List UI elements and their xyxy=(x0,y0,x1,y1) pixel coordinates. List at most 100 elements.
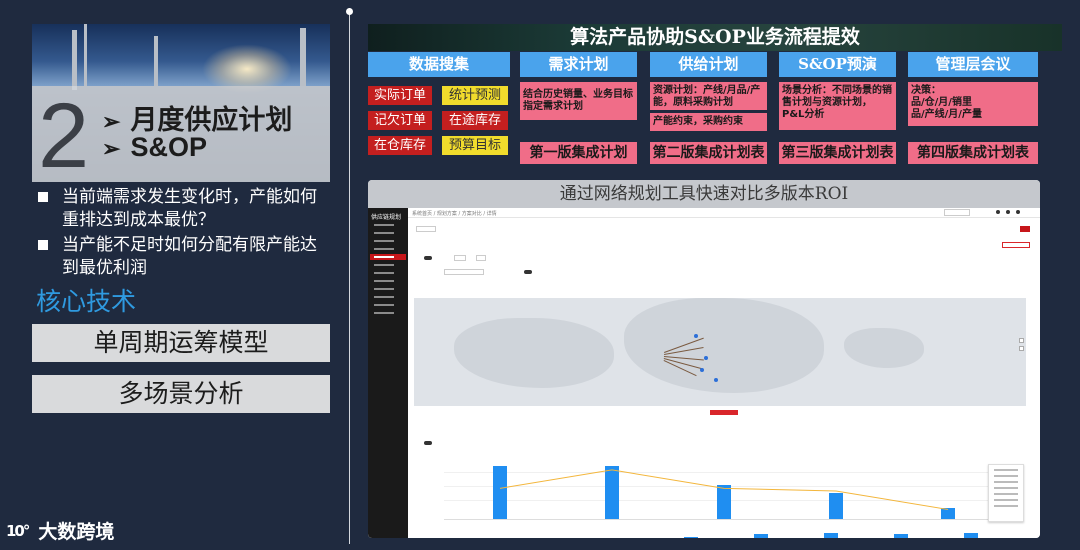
roi-title: 通过网络规划工具快速对比多版本ROI xyxy=(368,180,1040,208)
settings-icon[interactable] xyxy=(1006,210,1010,214)
column-header-supply: 供给计划 xyxy=(650,52,767,77)
bullet-text: 当前端需求发生变化时，产能如何重排达到成本最优？ xyxy=(62,187,317,230)
bullet-item: 当产能不足时如何分配有限产能达到最优利润 xyxy=(34,234,330,280)
column-header-demand: 需求计划 xyxy=(520,52,637,77)
supply-note-resources: 资源计划：产线/月品/产能，原料采购计划 xyxy=(650,82,767,110)
map-pin[interactable] xyxy=(704,356,708,360)
flow-banner-title: 算法产品协助S&OP业务流程提效 xyxy=(570,26,860,48)
map-landmass xyxy=(624,298,824,393)
supply-note-constraints: 产能约束，采购约束 xyxy=(650,113,767,131)
bullet-text: 当产能不足时如何分配有限产能达到最优利润 xyxy=(62,235,317,278)
brand-logo: 10° 大数跨境 xyxy=(6,517,114,544)
hero-line-2: ➢ S&OP xyxy=(102,132,207,163)
hero-line-1-text: 月度供应计划 xyxy=(130,105,293,135)
app-menu-item[interactable] xyxy=(370,230,406,236)
map-landmass xyxy=(844,328,924,368)
map-pin[interactable] xyxy=(700,368,704,372)
square-bullet-icon xyxy=(38,192,48,202)
column-header-mgmt: 管理层会议 xyxy=(908,52,1038,77)
app-menu-item[interactable] xyxy=(370,310,406,316)
version-plan: 第四版集成计划表 xyxy=(908,142,1038,164)
data-chip: 实际订单 xyxy=(368,86,432,105)
bell-icon[interactable] xyxy=(1016,210,1020,214)
sop-note: 场景分析：不同场景的销售计划与资源计划，P&L分析 xyxy=(779,82,896,130)
app-topbar: 系统首页 / 规划方案 / 方案对比 / 详情 xyxy=(408,208,1040,218)
app-filter[interactable] xyxy=(476,255,486,261)
divider-dot xyxy=(346,8,353,15)
core-tech-item: 单周期运筹模型 xyxy=(32,324,330,362)
app-brand: 供应链规划 xyxy=(371,214,402,221)
roi-bar-chart-2 xyxy=(414,530,1000,538)
core-tech-item: 多场景分析 xyxy=(32,375,330,413)
app-filter[interactable] xyxy=(454,255,466,261)
data-chip: 统计预测 xyxy=(442,86,508,105)
app-toggle[interactable] xyxy=(524,270,532,274)
hero-tower xyxy=(300,28,306,86)
app-menu-item[interactable] xyxy=(370,286,406,292)
data-chip: 预算目标 xyxy=(442,136,508,155)
app-body xyxy=(414,222,1030,538)
app-menu-item[interactable] xyxy=(370,278,406,284)
app-menu-item[interactable] xyxy=(370,294,406,300)
map-zoom-in[interactable] xyxy=(1019,338,1024,343)
column-header-sop: S&OP预演 xyxy=(779,52,896,77)
bullet-item: 当前端需求发生变化时，产能如何重排达到成本最优？ xyxy=(34,186,330,232)
app-menu-item[interactable] xyxy=(370,262,406,268)
app-menu-item[interactable] xyxy=(370,222,406,228)
app-menu-item[interactable] xyxy=(370,302,406,308)
chart2-bar xyxy=(754,534,768,538)
roi-bar-chart xyxy=(414,462,1004,522)
logo-mark-icon: 10° xyxy=(6,521,30,540)
map-zoom-out[interactable] xyxy=(1019,346,1024,351)
chart2-bar xyxy=(684,536,698,538)
chart2-bar xyxy=(824,533,838,538)
app-menu-item[interactable] xyxy=(370,246,406,252)
run-simulation-button[interactable] xyxy=(710,410,738,415)
embedded-app-screenshot: 供应链规划 系统首页 / 规划方案 / 方案对比 / 详情 xyxy=(368,208,1040,538)
user-icon[interactable] xyxy=(996,210,1000,214)
vertical-divider xyxy=(349,8,350,544)
version-plan: 第二版集成计划表 xyxy=(650,142,767,164)
chart-series-line xyxy=(499,469,949,510)
question-bullets: 当前端需求发生变化时，产能如何重排达到成本最优？ 当产能不足时如何分配有限产能达… xyxy=(34,186,330,282)
chart-legend-popup[interactable] xyxy=(988,464,1024,522)
version-plan: 第三版集成计划表 xyxy=(779,142,896,164)
app-menu-item[interactable] xyxy=(370,238,406,244)
data-chip: 在仓库存 xyxy=(368,136,432,155)
square-bullet-icon xyxy=(38,240,48,250)
mgmt-note: 决策： 品/仓/月/销里 品/产线/月/产量 xyxy=(908,82,1038,126)
hero-tower xyxy=(72,30,77,90)
app-toggle[interactable] xyxy=(424,441,432,445)
logo-text: 大数跨境 xyxy=(38,521,115,543)
app-tab[interactable] xyxy=(416,226,436,232)
flow-banner: 算法产品协助S&OP业务流程提效 xyxy=(368,24,1062,51)
roi-panel: 通过网络规划工具快速对比多版本ROI 供应链规划 系统首页 / 规划方案 / 方… xyxy=(368,180,1040,538)
map-pin[interactable] xyxy=(694,334,698,338)
hero-line-2-text: S&OP xyxy=(130,132,207,162)
core-tech-title: 核心技术 xyxy=(36,287,137,316)
chart2-bar xyxy=(894,534,908,538)
chart2-bar xyxy=(964,533,978,538)
map-landmass xyxy=(454,318,614,388)
version-plan: 第一版集成计划 xyxy=(520,142,637,164)
app-export-button[interactable] xyxy=(1002,242,1030,248)
network-map[interactable] xyxy=(414,298,1026,406)
map-pin[interactable] xyxy=(714,378,718,382)
app-filter[interactable] xyxy=(444,269,484,275)
app-top-dropdown[interactable] xyxy=(944,209,970,216)
hero-tower xyxy=(154,36,158,86)
data-chip: 记欠订单 xyxy=(368,111,432,130)
arrow-bullet-icon: ➢ xyxy=(102,136,121,161)
hero-image: 2 ➢ 月度供应计划 ➢ S&OP xyxy=(32,24,330,182)
data-chip: 在途库存 xyxy=(442,111,508,130)
hero-tower xyxy=(84,24,87,86)
app-sidebar: 供应链规划 xyxy=(368,208,408,538)
app-toggle[interactable] xyxy=(424,256,432,260)
chart-line-layer xyxy=(499,469,949,510)
app-action-button[interactable] xyxy=(1020,226,1030,232)
app-menu-item[interactable] xyxy=(370,270,406,276)
section-number: 2 xyxy=(38,85,90,182)
column-header-data: 数据搜集 xyxy=(368,52,510,77)
demand-note: 结合历史销量、业务目标指定需求计划 xyxy=(520,82,637,120)
app-menu-item-active[interactable] xyxy=(370,254,406,260)
